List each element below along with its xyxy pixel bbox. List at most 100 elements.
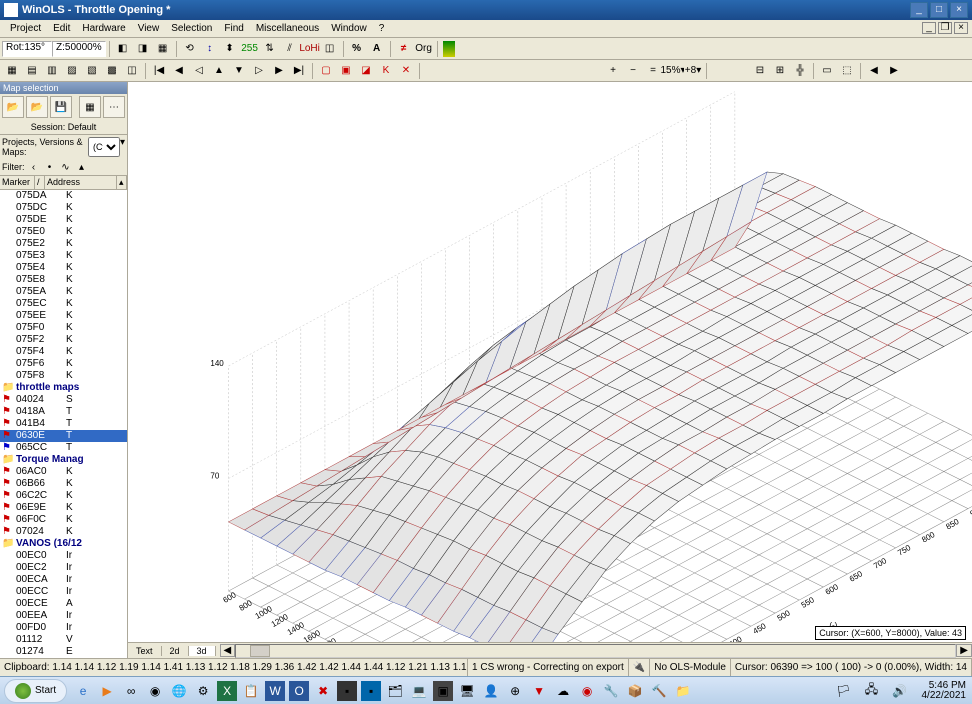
grid-btn-5[interactable]: ▧ — [83, 62, 101, 80]
map-row[interactable]: 01274E — [0, 646, 127, 658]
taskbar-app18-icon[interactable]: 📦 — [625, 681, 645, 701]
map-row[interactable]: 075F8K — [0, 370, 127, 382]
nav-next[interactable]: ▶ — [270, 62, 288, 80]
taskbar-app16-icon[interactable]: ◉ — [577, 681, 597, 701]
taskbar-app8-icon[interactable]: 🗂 — [385, 681, 405, 701]
abs-button[interactable]: A — [368, 40, 386, 58]
surface-3d-chart[interactable]: 7014060080010001200140016001800200025003… — [128, 82, 972, 658]
save-icon[interactable]: 💾 — [50, 96, 72, 118]
filter-btn-1[interactable]: ‹ — [28, 161, 40, 173]
taskbar-word-icon[interactable]: W — [265, 681, 285, 701]
pct-button[interactable]: % — [348, 40, 366, 58]
grid-btn-6[interactable]: ▩ — [103, 62, 121, 80]
taskbar-app11-icon[interactable]: 🖥 — [457, 681, 477, 701]
map-row[interactable]: 075F6K — [0, 358, 127, 370]
map-row[interactable]: 075ECK — [0, 298, 127, 310]
sel-btn-4[interactable]: K — [377, 62, 395, 80]
diff-button[interactable]: ≠ — [395, 40, 413, 58]
tool-btn-a3[interactable]: ▦ — [154, 40, 172, 58]
taskbar-app15-icon[interactable]: ☁ — [553, 681, 573, 701]
mdi-minimize-button[interactable]: _ — [922, 22, 936, 34]
menu-help[interactable]: ? — [373, 23, 391, 34]
filter-btn-2[interactable]: • — [44, 161, 56, 173]
map-row[interactable]: ⚑06AC0K — [0, 466, 127, 478]
taskbar-app20-icon[interactable]: 📁 — [673, 681, 693, 701]
graph-area[interactable]: 7014060080010001200140016001800200025003… — [128, 82, 972, 658]
tab-3d[interactable]: 3d — [189, 646, 216, 656]
map-row[interactable]: 075DEK — [0, 214, 127, 226]
map-row[interactable]: 075E0K — [0, 226, 127, 238]
map-row[interactable]: ⚑0630ET — [0, 430, 127, 442]
nav-prev[interactable]: ◀ — [170, 62, 188, 80]
tool-btn-b3[interactable]: ⬍ — [221, 40, 239, 58]
map-row[interactable]: 075EAK — [0, 286, 127, 298]
tab-2d[interactable]: 2d — [162, 646, 189, 656]
taskbar-chrome-icon[interactable]: ◉ — [145, 681, 165, 701]
color-swatch[interactable] — [442, 40, 456, 58]
grid-btn-7[interactable]: ◫ — [123, 62, 141, 80]
map-row[interactable]: ⚑0418AT — [0, 406, 127, 418]
filter-btn-3[interactable]: ∿ — [60, 161, 72, 173]
map-row[interactable]: 00FD0Ir — [0, 622, 127, 634]
menu-project[interactable]: Project — [4, 23, 47, 34]
taskbar-ie-icon[interactable]: e — [73, 681, 93, 701]
map-row[interactable]: ⚑041B4T — [0, 418, 127, 430]
map-row[interactable]: 075E4K — [0, 262, 127, 274]
taskbar-app17-icon[interactable]: 🔧 — [601, 681, 621, 701]
mdi-close-button[interactable]: × — [954, 22, 968, 34]
open-icon[interactable]: 📂 — [2, 96, 24, 118]
menu-selection[interactable]: Selection — [165, 23, 218, 34]
map-row[interactable]: 📁throttle maps — [0, 382, 127, 394]
map-row[interactable]: ⚑06E9EK — [0, 502, 127, 514]
pager-next[interactable]: ▶ — [885, 62, 903, 80]
tab-text[interactable]: Text — [128, 646, 162, 656]
sel-btn-5[interactable]: ✕ — [397, 62, 415, 80]
horizontal-scrollbar[interactable] — [235, 644, 956, 658]
nav-first[interactable]: |◀ — [150, 62, 168, 80]
op-hline[interactable]: ⊟ — [751, 62, 769, 80]
taskbar-outlook-icon[interactable]: O — [289, 681, 309, 701]
tool-btn-b7[interactable]: LoHi — [301, 40, 319, 58]
map-row[interactable]: ⚑06C2CK — [0, 490, 127, 502]
taskbar-app13-icon[interactable]: ⊕ — [505, 681, 525, 701]
map-row[interactable]: 075F2K — [0, 334, 127, 346]
map-row[interactable]: ⚑04024S — [0, 394, 127, 406]
hscroll-left[interactable]: ◀ — [220, 644, 236, 657]
map-row[interactable]: ⚑06B66K — [0, 478, 127, 490]
op-plus8[interactable]: +8▾ — [684, 62, 702, 80]
projects-combo[interactable]: (Ctrl — [88, 137, 120, 157]
map-row[interactable]: 00ECCIr — [0, 586, 127, 598]
map-row[interactable]: 075EEK — [0, 310, 127, 322]
op-dropdown[interactable]: 15%▾ — [664, 62, 682, 80]
hscroll-right[interactable]: ▶ — [956, 644, 972, 657]
op-minus[interactable]: − — [624, 62, 642, 80]
map-row[interactable]: 📁VANOS (16/12 — [0, 538, 127, 550]
taskbar-app19-icon[interactable]: 🔨 — [649, 681, 669, 701]
map-row[interactable]: ⚑07024K — [0, 526, 127, 538]
tray-flag-icon[interactable]: 🏳 — [834, 681, 854, 701]
menu-edit[interactable]: Edit — [47, 23, 76, 34]
map-row[interactable]: 075F0K — [0, 322, 127, 334]
map-row[interactable]: 00EC2Ir — [0, 562, 127, 574]
map-row[interactable]: 00ECAIr — [0, 574, 127, 586]
close-button[interactable]: × — [950, 2, 968, 18]
settings-icon[interactable]: ⋯ — [103, 96, 125, 118]
tool-btn-b6[interactable]: ⫽ — [281, 40, 299, 58]
win-btn-a[interactable]: ▭ — [818, 62, 836, 80]
hdr-slash[interactable]: / — [35, 176, 45, 189]
tray-vol-icon[interactable]: 🔊 — [890, 681, 910, 701]
taskbar-app7-icon[interactable]: ▪ — [361, 681, 381, 701]
menu-view[interactable]: View — [132, 23, 166, 34]
map-row[interactable]: 01112V — [0, 634, 127, 646]
taskbar-app14-icon[interactable]: ▼ — [529, 681, 549, 701]
sel-btn-2[interactable]: ▣ — [337, 62, 355, 80]
map-row[interactable]: 00EC0Ir — [0, 550, 127, 562]
tool-btn-b2[interactable]: ↕ — [201, 40, 219, 58]
taskbar-excel-icon[interactable]: X — [217, 681, 237, 701]
filter-btn-4[interactable]: ▴ — [76, 161, 88, 173]
taskbar-app4-icon[interactable]: 📋 — [241, 681, 261, 701]
taskbar-app1-icon[interactable]: ∞ — [121, 681, 141, 701]
maximize-button[interactable]: □ — [930, 2, 948, 18]
menu-hardware[interactable]: Hardware — [76, 23, 131, 34]
map-row[interactable]: 075DCK — [0, 202, 127, 214]
